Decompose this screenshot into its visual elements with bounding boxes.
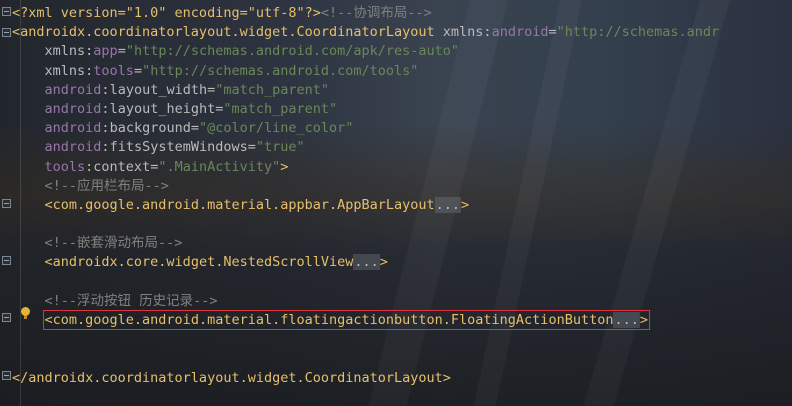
highlighted-tag[interactable]: <com.google.android.material.floatingact… [42,310,651,330]
comment: <!--浮动按钮 历史记录--> [44,292,218,309]
fold-toggle-icon[interactable] [2,313,11,322]
code-line-4: xmlns:tools="http://schemas.android.com/… [44,62,419,79]
fold-ellipsis[interactable]: ... [434,196,462,213]
attr-name: tools [93,62,134,79]
code-line-13: <!--嵌套滑动布局--> [12,234,719,253]
code-line-20: </androidx.coordinatorlayout.widget.Coor… [12,369,719,388]
attr-name: app [93,43,118,60]
code-editor[interactable]: <?xml version="1.0" encoding="utf-8"?><!… [12,4,719,388]
fold-ellipsis[interactable]: ... [353,254,380,271]
attr-value: "match_parent" [215,81,330,98]
open-tag: <androidx.coordinatorlayout.widget.Coord… [12,24,435,41]
attr-namespace: android [44,120,102,137]
attr-value: "true" [255,139,305,156]
fold-ellipsis[interactable]: ... [613,312,640,328]
code-line-16: <!--浮动按钮 历史记录--> [12,292,719,311]
code-line-17: <com.google.android.material.floatingact… [12,310,719,330]
fold-toggle-icon[interactable] [2,7,11,16]
equals: = [548,24,557,41]
fold-toggle-icon[interactable] [2,256,11,265]
code-line-7: android:background="@color/line_color" [44,120,354,137]
attr-namespace: xmlns [442,24,484,41]
attr-namespace: tools [44,158,86,175]
fold-toggle-icon[interactable] [2,371,11,380]
code-line-3: xmlns:app="http://schemas.android.com/ap… [44,43,460,60]
attr-value: "http://schemas.android.com/tools" [142,62,419,79]
tag-close: > [280,158,289,175]
attr-value: ".MainActivity" [158,158,281,175]
comment: <!--应用栏布局--> [44,177,169,194]
code-line-10: <!--应用栏布局--> [12,177,719,196]
attr-name: background [109,120,191,137]
code-line-2: <androidx.coordinatorlayout.widget.Coord… [12,24,720,41]
attr-value: "match_parent" [223,100,338,117]
code-line-8: android:fitsSystemWindows="true" [44,139,305,156]
folded-tag[interactable]: <com.google.android.material.appbar.AppB… [45,197,435,213]
attr-name: layout_width [109,81,208,98]
attr-name: fitsSystemWindows [109,139,248,156]
comment: <!--协调布局--> [320,5,432,21]
code-line-5: android:layout_width="match_parent" [44,81,330,98]
attr-namespace: android [44,81,102,98]
xml-declaration: <?xml version="1.0" encoding="utf-8"?> [12,5,321,21]
close-tag: </androidx.coordinatorlayout.widget.Coor… [12,369,451,386]
fold-toggle-icon[interactable] [2,199,11,208]
fold-toggle-icon[interactable] [2,28,11,37]
attr-name: layout_height [109,100,216,117]
attr-value: "http://schemas.andr [556,24,720,41]
attr-namespace: xmlns [44,43,86,60]
code-line-6: android:layout_height="match_parent" [44,100,338,117]
code-line-11: <com.google.android.material.appbar.AppB… [44,196,470,213]
code-line-1: <?xml version="1.0" encoding="utf-8"?><!… [12,4,719,23]
comment: <!--嵌套滑动布局--> [44,235,183,252]
code-line-14: <androidx.core.widget.NestedScrollView..… [44,254,388,271]
attr-namespace: xmlns [44,62,86,79]
folded-tag[interactable]: <androidx.core.widget.NestedScrollView [45,254,354,270]
attr-value: "@color/line_color" [198,120,354,137]
attr-name: context [93,158,151,175]
attr-namespace: android [44,139,102,156]
attr-name: android [491,24,549,41]
attr-value: "http://schemas.android.com/apk/res-auto… [125,43,460,60]
code-line-9: tools:context=".MainActivity"> [44,158,289,175]
attr-namespace: android [44,100,102,117]
